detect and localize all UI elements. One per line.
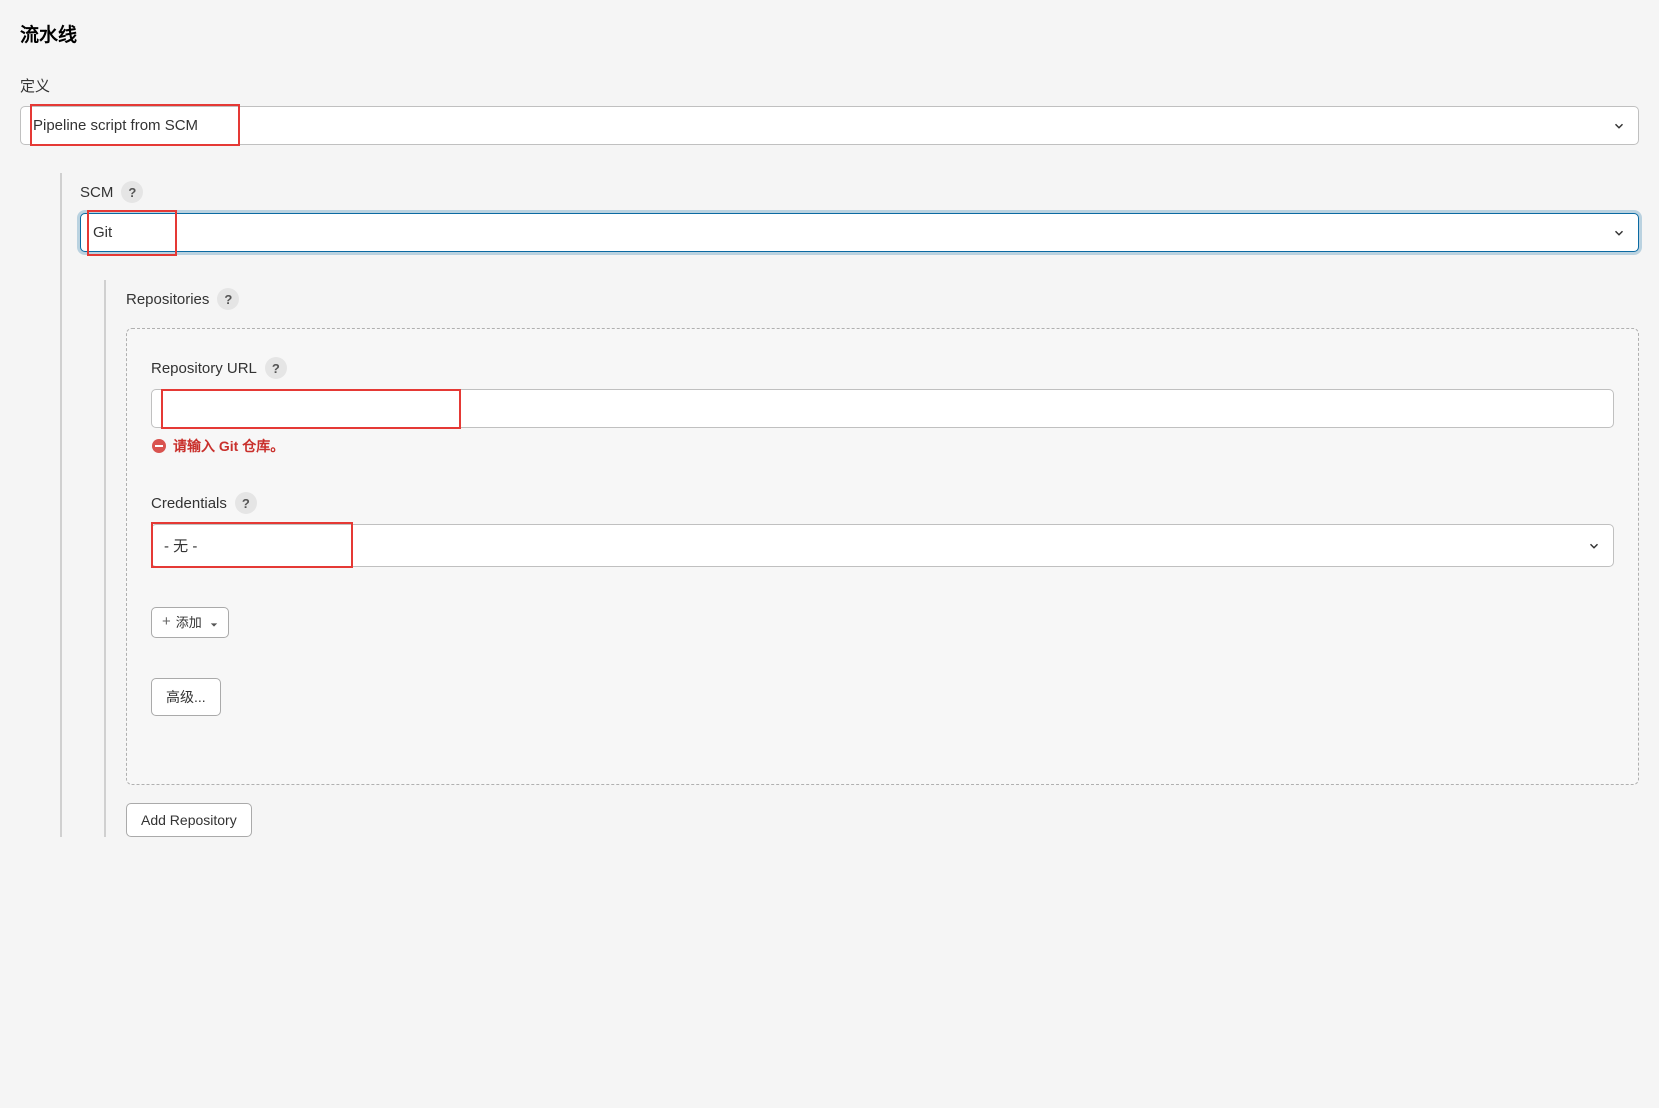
repository-entry-box: Repository URL ? 请输入 Git 仓库。	[126, 328, 1639, 785]
definition-select-value: Pipeline script from SCM	[33, 117, 198, 134]
add-repository-button[interactable]: Add Repository	[126, 803, 252, 837]
page-title: 流水线	[20, 20, 1639, 47]
repositories-label: Repositories	[126, 291, 209, 308]
add-credentials-button[interactable]: + 添加	[151, 607, 229, 638]
repositories-block: Repositories ? Repository URL ?	[104, 280, 1639, 837]
repositories-label-row: Repositories ?	[126, 288, 1639, 310]
repository-url-error: 请输入 Git 仓库。	[151, 436, 1614, 456]
credentials-select-value: - 无 -	[164, 535, 197, 556]
help-icon[interactable]: ?	[121, 181, 143, 203]
chevron-down-icon	[1612, 226, 1626, 240]
credentials-label: Credentials	[151, 495, 227, 512]
repository-url-label-row: Repository URL ?	[151, 357, 1614, 379]
definition-label: 定义	[20, 75, 1639, 96]
advanced-button[interactable]: 高级...	[151, 678, 221, 716]
plus-icon: +	[162, 614, 171, 631]
help-icon[interactable]: ?	[265, 357, 287, 379]
advanced-button-label: 高级...	[166, 687, 206, 707]
scm-select-value: Git	[93, 224, 112, 241]
caret-down-icon	[210, 618, 218, 626]
add-credentials-label: 添加	[176, 616, 202, 629]
credentials-label-row: Credentials ?	[151, 492, 1614, 514]
credentials-select[interactable]: - 无 -	[151, 524, 1614, 567]
chevron-down-icon	[1587, 539, 1601, 553]
repository-url-error-text: 请输入 Git 仓库。	[173, 436, 284, 456]
help-icon[interactable]: ?	[235, 492, 257, 514]
scm-block: SCM ? Git Repositories ? Repository URL	[60, 173, 1639, 837]
credentials-group: Credentials ? - 无 -	[151, 492, 1614, 716]
error-icon	[151, 438, 167, 454]
add-repository-button-label: Add Repository	[141, 812, 237, 828]
scm-select[interactable]: Git	[80, 213, 1639, 252]
repository-url-group: Repository URL ? 请输入 Git 仓库。	[151, 357, 1614, 456]
definition-field-group: 定义 Pipeline script from SCM	[20, 75, 1639, 145]
chevron-down-icon	[1612, 119, 1626, 133]
help-icon[interactable]: ?	[217, 288, 239, 310]
definition-select[interactable]: Pipeline script from SCM	[20, 106, 1639, 145]
scm-label: SCM	[80, 184, 113, 201]
repository-url-input[interactable]	[151, 389, 1614, 428]
repository-url-label: Repository URL	[151, 360, 257, 377]
pipeline-section: 流水线 定义 Pipeline script from SCM SCM ? Gi…	[20, 20, 1639, 837]
scm-label-row: SCM ?	[80, 181, 1639, 203]
